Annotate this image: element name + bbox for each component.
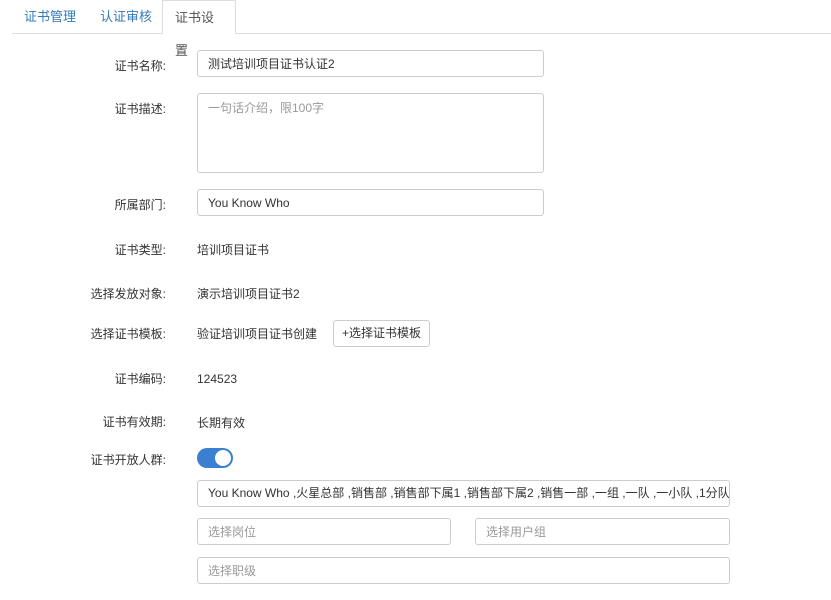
template-label: 选择证书模板:	[90, 327, 166, 341]
template-value: 验证培训项目证书创建	[197, 327, 318, 341]
tab-certificate-management[interactable]: 证书管理	[12, 0, 88, 33]
validity-value: 长期有效	[197, 416, 246, 430]
code-label: 证书编码:	[114, 372, 166, 386]
certificate-description-textarea[interactable]	[197, 93, 544, 173]
certificate-type-value: 培训项目证书	[197, 243, 270, 257]
issue-target-value: 演示培训项目证书2	[197, 287, 300, 301]
tab-certification-review[interactable]: 认证审核	[88, 0, 164, 33]
type-label: 证书类型:	[114, 243, 166, 257]
department-input[interactable]	[197, 189, 544, 216]
usergroup-select-input[interactable]	[475, 518, 730, 545]
description-label: 证书描述:	[114, 102, 166, 116]
target-label: 选择发放对象:	[90, 287, 166, 301]
department-label: 所属部门:	[114, 198, 166, 212]
audience-departments-field[interactable]: You Know Who ,火星总部 ,销售部 ,销售部下属1 ,销售部下属2 …	[197, 480, 730, 507]
certificate-settings-page: 证书管理 认证审核 证书设置 证书名称: 证书描述: 所属部门: 证书类型: 培…	[0, 0, 831, 600]
audience-label: 证书开放人群:	[90, 453, 166, 467]
tab-bar: 证书管理 认证审核 证书设置	[12, 0, 831, 58]
audience-toggle-switch[interactable]	[197, 448, 233, 468]
tab-certificate-settings[interactable]: 证书设置	[162, 0, 236, 58]
level-select-input[interactable]	[197, 557, 730, 584]
certificate-code-value: 124523	[197, 372, 238, 386]
certificate-name-input[interactable]	[197, 50, 544, 77]
validity-label: 证书有效期:	[102, 415, 166, 429]
select-template-button[interactable]: +选择证书模板	[333, 320, 431, 347]
position-select-input[interactable]	[197, 518, 451, 545]
toggle-knob	[215, 450, 231, 466]
name-label: 证书名称:	[114, 59, 166, 73]
